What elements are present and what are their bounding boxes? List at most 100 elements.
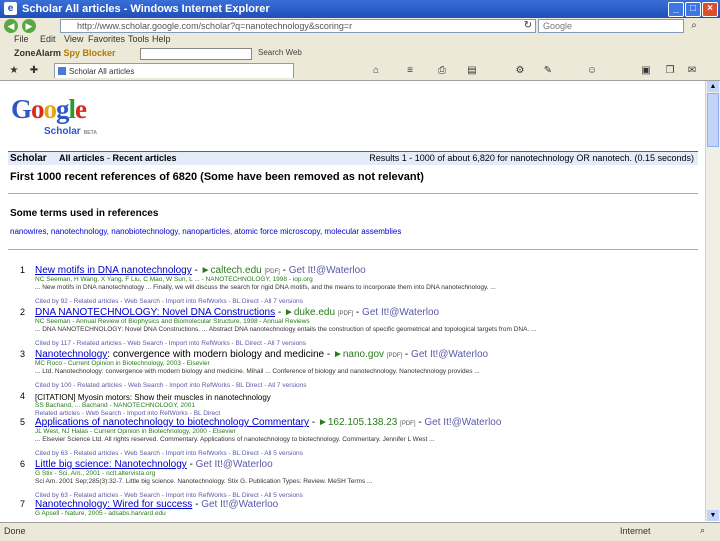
result-snippet: ... Ltd. Nanotechnology: convergence wit… [35, 368, 480, 375]
result-source-link[interactable]: ►duke.edu [284, 307, 335, 318]
result-title-link[interactable]: Applications of nanotechnology to biotec… [35, 417, 309, 428]
getit-link[interactable]: Get It!@Waterloo [289, 265, 366, 276]
divider [8, 249, 698, 250]
print-icon[interactable]: ⎙ [436, 65, 448, 77]
result-snippet: ... Elsevier Science Ltd. All rights res… [35, 436, 435, 443]
minimize-button[interactable]: _ [668, 2, 684, 17]
window-title: Scholar All articles - Windows Internet … [22, 3, 270, 15]
menu-bar: File Edit View Favorites Tools Help [0, 34, 720, 46]
getit-link[interactable]: Get It!@Waterloo [411, 349, 488, 360]
result-source-link[interactable]: ►caltech.edu [201, 265, 262, 276]
research-icon[interactable]: ✎ [542, 65, 554, 77]
terms-heading: Some terms used in references [10, 208, 159, 219]
menu-help[interactable]: Help [152, 34, 171, 44]
zoom-icon[interactable]: ⌕ [700, 525, 705, 536]
scroll-thumb[interactable] [707, 93, 719, 147]
result-authors: JL West, NJ Halas - Current Opinion in B… [35, 428, 236, 435]
menu-favorites[interactable]: Favorites [88, 34, 125, 44]
result-number: 7 [20, 499, 26, 509]
result-links[interactable]: Cited by 117 - Related articles - Web Se… [35, 340, 306, 347]
zonealarm-search-input[interactable] [140, 48, 252, 60]
menu-file[interactable]: File [14, 34, 29, 44]
tab-scholar[interactable]: Scholar All articles [54, 63, 294, 78]
getit-link[interactable]: Get It!@Waterloo [362, 307, 439, 318]
feeds-icon[interactable]: ≡ [404, 65, 416, 77]
result-title-link[interactable]: DNA NANOTECHNOLOGY: Novel DNA Constructi… [35, 307, 275, 318]
result-source-link[interactable]: ►nano.gov [333, 349, 384, 360]
crumb-all[interactable]: All articles [59, 153, 105, 163]
maximize-button[interactable]: □ [685, 2, 701, 17]
page-icon [58, 67, 66, 75]
status-zone: Internet [620, 526, 651, 536]
result-authors: NC Seeman - Annual Review of Biophysics … [35, 318, 310, 325]
menu-view[interactable]: View [64, 34, 83, 44]
result-number: 1 [20, 265, 26, 275]
result-title-link[interactable]: Little big science: Nanotechnology [35, 459, 187, 470]
breadcrumb: All articles - Recent articles [59, 153, 177, 163]
google-logo[interactable]: Google [11, 94, 87, 125]
zonealarm-logo: ZoneAlarm Spy Blocker [14, 48, 116, 58]
paste-icon[interactable]: ❐ [664, 65, 676, 77]
result-links[interactable]: Cited by 100 - Related articles - Web Se… [35, 382, 307, 389]
result-citation: [CITATION] Myosin motors: Show their mus… [35, 393, 271, 402]
result-authors: G Apsell - Nature, 2005 - adsabs.harvard… [35, 510, 166, 517]
result-snippet: ... DNA NANOTECHNOLOGY: Novel DNA Constr… [35, 326, 537, 333]
menu-tools[interactable]: Tools [128, 34, 149, 44]
scholar-label: Scholar [10, 153, 47, 164]
getit-link[interactable]: Get It!@Waterloo [196, 459, 273, 470]
result-number: 2 [20, 307, 26, 317]
title-bar: e Scholar All articles - Windows Interne… [0, 0, 720, 18]
scholar-logo-sub: Scholar BETA [44, 126, 97, 137]
result-links[interactable]: Cited by 63 - Related articles - Web Sea… [35, 450, 303, 457]
status-bar: Done Internet ⌕ [0, 522, 720, 541]
tab-bar: ★ ✚ Scholar All articles ⌂ ≡ ⎙ ▤ ⚙ ✎ ☺ ▣… [0, 62, 720, 81]
result-title-link[interactable]: New motifs in DNA nanotechnology [35, 265, 192, 276]
getit-link[interactable]: Get It!@Waterloo [424, 417, 501, 428]
address-input[interactable]: http://www.scholar.google.com/scholar?q=… [60, 19, 536, 33]
ie-icon: e [4, 2, 17, 15]
result-authors: G Stix - Sci. Am., 2001 - nclt.altervist… [35, 470, 156, 477]
bookmark-icon[interactable]: ▣ [640, 65, 652, 77]
scroll-down-icon[interactable]: ▼ [707, 510, 719, 521]
result-snippet: ... New motifs in DNA nanotechnology ...… [35, 284, 496, 291]
forward-icon[interactable]: ▶ [22, 19, 36, 33]
zonealarm-toolbar: ZoneAlarm Spy Blocker Search Web [0, 46, 720, 63]
result-title-link[interactable]: Nanotechnology: Wired for success [35, 499, 192, 510]
search-icon[interactable]: ⌕ [688, 20, 700, 32]
results-count: Results 1 - 1000 of about 6,820 for nano… [369, 153, 694, 163]
favorites-star-icon[interactable]: ★ [8, 65, 20, 77]
result-source-link[interactable]: ►162.105.138.23 [318, 417, 397, 428]
result-authors: NC Seeman, H Wang, X Yang, F Liu, C Mao,… [35, 276, 313, 283]
mail-icon[interactable]: ✉ [686, 65, 698, 77]
back-icon[interactable]: ◀ [4, 19, 18, 33]
terms-list[interactable]: nanowires, nanotechnology, nanobiotechno… [10, 227, 401, 236]
scroll-up-icon[interactable]: ▲ [707, 81, 719, 92]
result-title-link[interactable]: Nanotechnology [35, 349, 107, 360]
result-links[interactable]: Cited by 63 - Related articles - Web Sea… [35, 492, 303, 499]
result-snippet: Sci Am. 2001 Sep;285(3):32-7. Little big… [35, 478, 373, 485]
tools-icon[interactable]: ⚙ [514, 65, 526, 77]
address-toolbar: ◀ ▶ http://www.scholar.google.com/schola… [0, 18, 720, 35]
search-web-button[interactable]: Search Web [258, 48, 302, 57]
add-favorites-icon[interactable]: ✚ [28, 65, 40, 77]
home-icon[interactable]: ⌂ [370, 65, 382, 77]
refresh-icon[interactable]: ↻ [522, 20, 534, 32]
result-authors: SS Bachand, ... Bachand - NANOTECHNOLOGY… [35, 402, 195, 409]
menu-edit[interactable]: Edit [40, 34, 56, 44]
result-links[interactable]: Related articles - Web Search - Import i… [35, 410, 220, 417]
getit-link[interactable]: Get It!@Waterloo [201, 499, 278, 510]
results-header-bar: Scholar All articles - Recent articles R… [8, 151, 698, 165]
messenger-icon[interactable]: ☺ [586, 65, 598, 77]
page-menu-icon[interactable]: ▤ [466, 65, 478, 77]
result-links[interactable]: Cited by 92 - Related articles - Web Sea… [35, 298, 303, 305]
result-authors: MC Roco - Current Opinion in Biotechnolo… [35, 360, 210, 367]
notice-text: First 1000 recent references of 6820 (So… [10, 171, 424, 183]
crumb-recent[interactable]: Recent articles [113, 153, 177, 163]
vertical-scrollbar[interactable]: ▲ ▼ [705, 81, 720, 521]
divider [8, 193, 698, 194]
result-number: 4 [20, 391, 26, 401]
close-button[interactable]: × [702, 2, 718, 17]
result-number: 6 [20, 459, 26, 469]
result-number: 3 [20, 349, 26, 359]
search-input[interactable]: Google [538, 19, 684, 33]
